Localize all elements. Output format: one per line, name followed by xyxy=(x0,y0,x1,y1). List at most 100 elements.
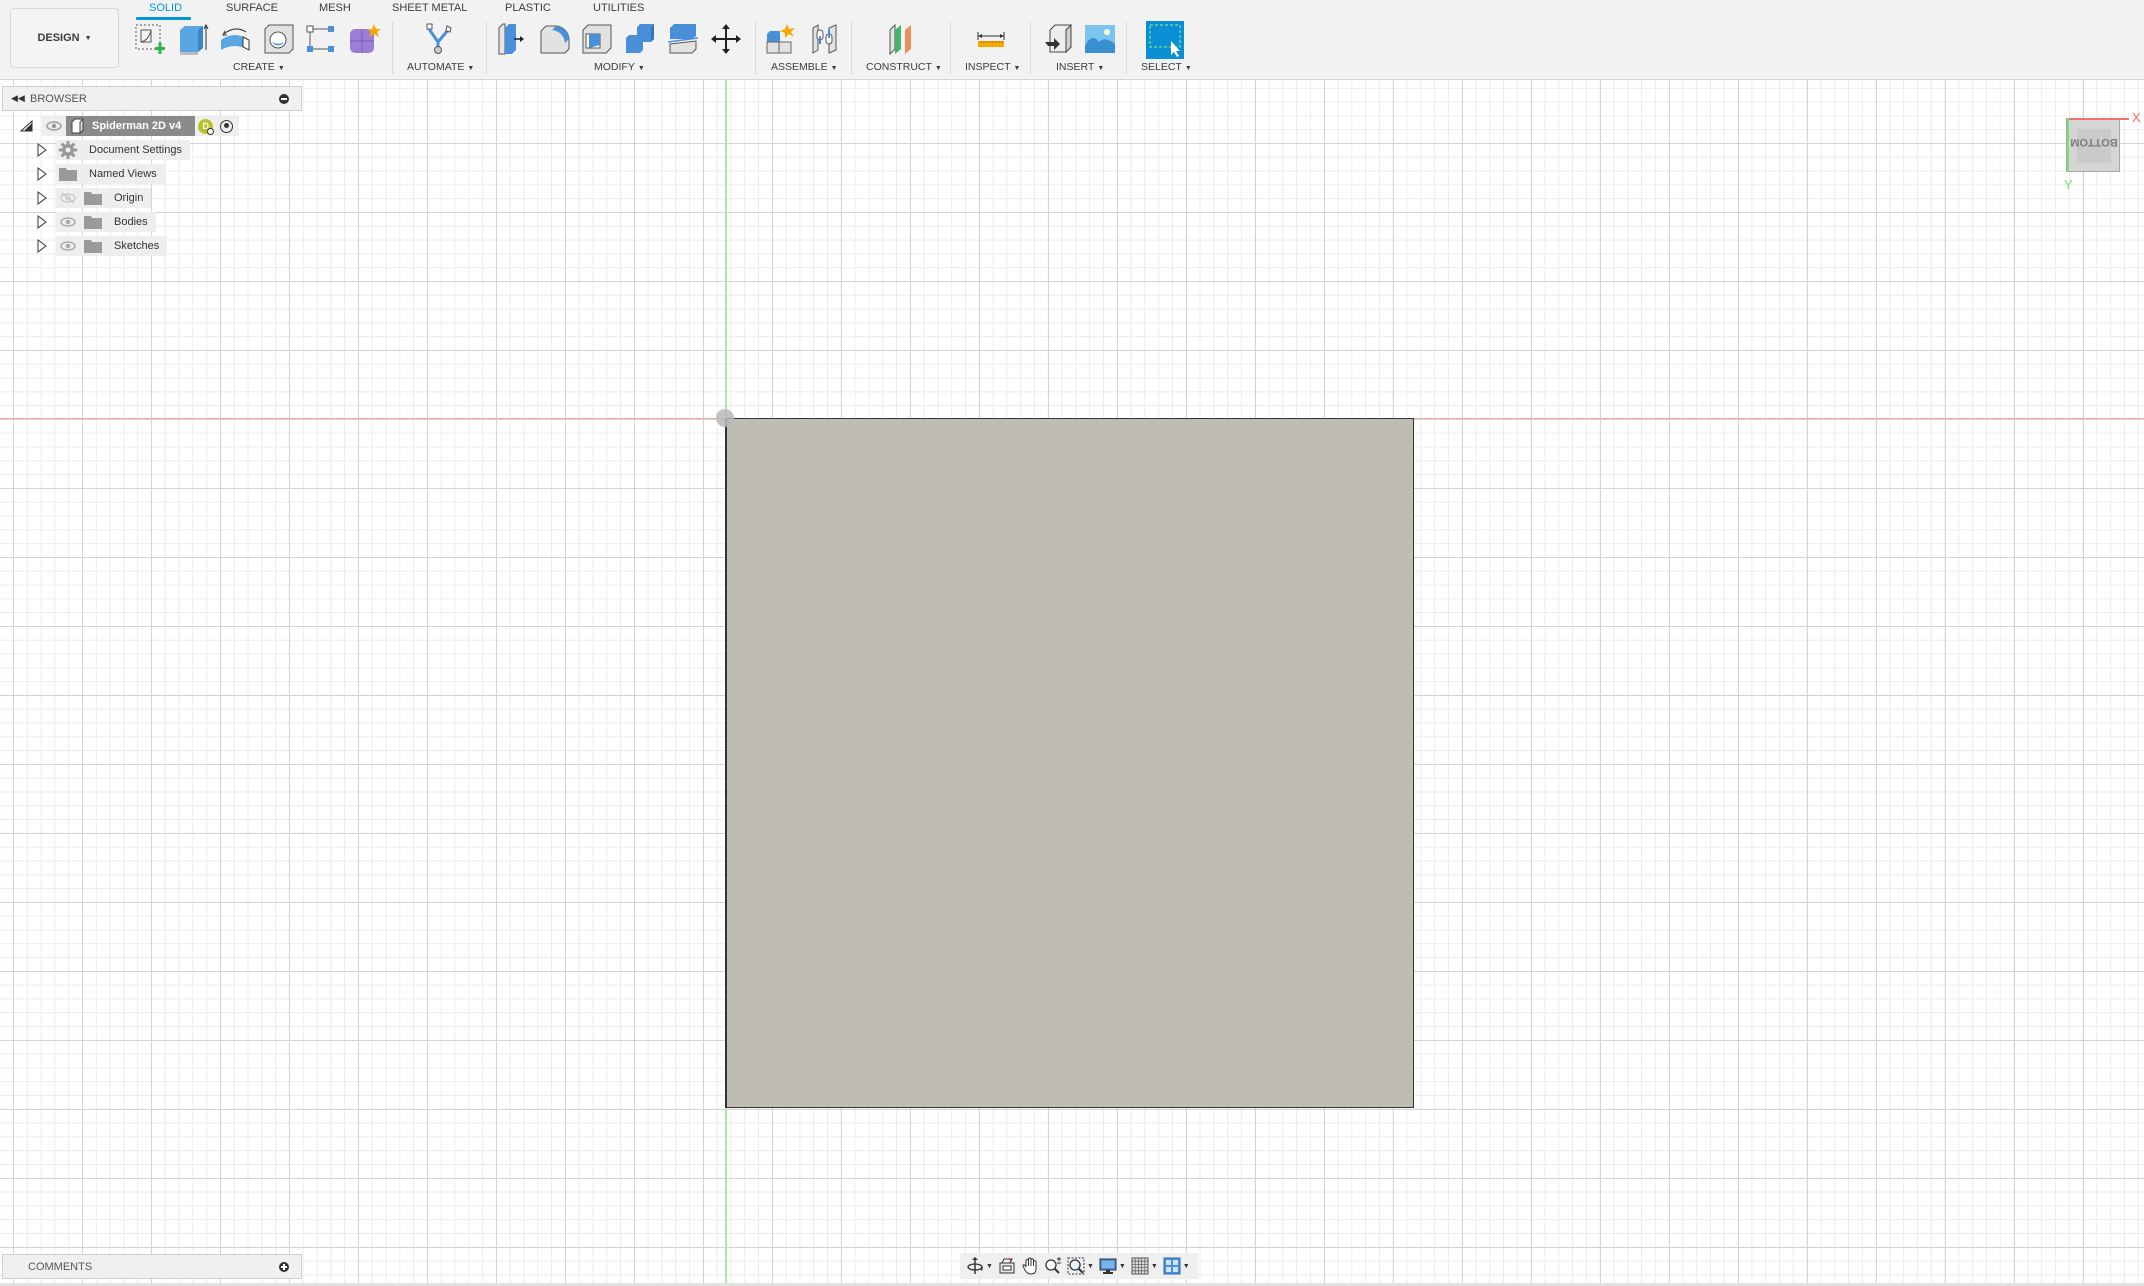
revolve-button[interactable] xyxy=(218,22,252,56)
fit-button[interactable]: ▼ xyxy=(1067,1255,1094,1277)
toolbar-divider xyxy=(755,22,756,74)
fillet-button[interactable] xyxy=(538,22,572,56)
expand-triangle-icon[interactable] xyxy=(36,215,48,229)
insert-canvas-button[interactable] xyxy=(1083,22,1117,56)
hole-button[interactable] xyxy=(262,22,296,56)
pan-button[interactable] xyxy=(1021,1255,1039,1277)
grid-icon xyxy=(1131,1257,1149,1275)
modify-menu[interactable]: MODIFY ▼ xyxy=(594,61,645,73)
browser-item-sketches[interactable]: Sketches xyxy=(36,236,168,256)
folder-icon xyxy=(59,168,77,181)
chevron-down-icon[interactable]: ▼ xyxy=(1183,1263,1190,1270)
orbit-button[interactable]: ▼ xyxy=(966,1255,993,1277)
toolbar: DESIGN ▼ SOLID SURFACE MESH SHEET METAL P… xyxy=(0,0,2144,80)
automate-menu[interactable]: AUTOMATE ▼ xyxy=(407,61,474,73)
move-icon xyxy=(711,24,741,54)
viewcube[interactable]: BOTTOM xyxy=(2066,118,2120,172)
collapse-panel-icon[interactable]: ◀◀ xyxy=(11,93,25,104)
tab-surface[interactable]: SURFACE xyxy=(226,2,278,14)
viewports-icon xyxy=(1163,1257,1181,1275)
create-menu[interactable]: CREATE ▼ xyxy=(233,61,285,73)
grid-snaps-button[interactable]: ▼ xyxy=(1131,1255,1158,1277)
tab-plastic[interactable]: PLASTIC xyxy=(505,2,551,14)
browser-item-origin[interactable]: Origin xyxy=(36,188,152,208)
workspace-switcher[interactable]: DESIGN ▼ xyxy=(10,8,119,68)
eye-icon[interactable] xyxy=(60,216,76,228)
move-copy-button[interactable] xyxy=(709,22,743,56)
inspect-menu[interactable]: INSPECT ▼ xyxy=(965,61,1020,73)
browser-item-document-settings[interactable]: Document Settings xyxy=(36,140,190,160)
split-body-button[interactable] xyxy=(666,22,700,56)
hole-icon xyxy=(264,24,294,54)
extrude-button[interactable] xyxy=(175,22,209,56)
add-comment-button[interactable] xyxy=(279,1262,289,1272)
expand-triangle-icon[interactable] xyxy=(36,191,48,205)
eye-icon[interactable] xyxy=(46,120,62,132)
new-component-button[interactable] xyxy=(765,22,799,56)
display-settings-button[interactable]: ▼ xyxy=(1099,1255,1126,1277)
look-at-button[interactable] xyxy=(998,1255,1016,1277)
select-menu[interactable]: SELECT ▼ xyxy=(1141,61,1192,73)
browser-title: BROWSER xyxy=(30,92,87,105)
press-pull-button[interactable] xyxy=(496,22,530,56)
user-badge: D xyxy=(198,118,215,135)
browser-minimize-button[interactable] xyxy=(279,94,289,104)
toolbar-divider xyxy=(950,22,951,74)
tree-item-label: Origin xyxy=(114,192,144,204)
assemble-menu[interactable]: ASSEMBLE ▼ xyxy=(771,61,838,73)
navigation-bar: ▼ ▼ ▼ ▼ ▼ xyxy=(960,1253,1198,1279)
expand-triangle-icon[interactable] xyxy=(36,167,48,181)
browser-item-bodies[interactable]: Bodies xyxy=(36,212,156,232)
eye-hidden-icon[interactable] xyxy=(60,192,76,204)
origin-point[interactable] xyxy=(716,409,734,427)
document-title[interactable]: Spiderman 2D v4 xyxy=(86,116,196,136)
viewports-button[interactable]: ▼ xyxy=(1163,1255,1190,1277)
pattern-button[interactable] xyxy=(304,22,338,56)
browser-item-named-views[interactable]: Named Views xyxy=(36,164,165,184)
viewcube-face-label: BOTTOM xyxy=(2070,136,2118,148)
construct-menu[interactable]: CONSTRUCT ▼ xyxy=(866,61,942,73)
toolbar-divider xyxy=(851,22,852,74)
insert-menu[interactable]: INSERT ▼ xyxy=(1056,61,1104,73)
tree-item-label: Document Settings xyxy=(89,144,182,156)
offset-plane-button[interactable] xyxy=(884,22,918,56)
joint-button[interactable] xyxy=(808,22,842,56)
expand-triangle-icon[interactable] xyxy=(36,239,48,253)
insert-derive-icon xyxy=(1045,23,1072,54)
tree-item-label: Sketches xyxy=(114,240,160,252)
measure-icon xyxy=(977,32,1005,47)
chevron-down-icon[interactable]: ▼ xyxy=(1151,1263,1158,1270)
tree-item-label: Bodies xyxy=(114,216,148,228)
sketch-body-square[interactable] xyxy=(725,418,1414,1108)
insert-derive-button[interactable] xyxy=(1042,22,1076,56)
browser-panel-header: ◀◀ BROWSER xyxy=(2,86,302,111)
collapse-triangle-icon[interactable] xyxy=(20,120,34,132)
tree-item-label: Named Views xyxy=(89,168,157,180)
rectangular-pattern-icon xyxy=(306,25,334,52)
chevron-down-icon[interactable]: ▼ xyxy=(1119,1263,1126,1270)
viewport-canvas[interactable] xyxy=(0,80,2144,1286)
select-button[interactable] xyxy=(1146,21,1184,59)
expand-triangle-icon[interactable] xyxy=(36,143,48,157)
create-sketch-button[interactable] xyxy=(133,22,167,56)
viewcube-x-axis xyxy=(2067,118,2129,120)
shell-button[interactable] xyxy=(580,22,614,56)
automate-button[interactable] xyxy=(422,22,456,56)
tab-utilities[interactable]: UTILITIES xyxy=(593,2,644,14)
browser-root-row[interactable]: Spiderman 2D v4 D xyxy=(20,116,240,136)
insert-image-icon xyxy=(1085,25,1115,53)
chevron-down-icon[interactable]: ▼ xyxy=(1087,1263,1094,1270)
folder-icon xyxy=(84,240,102,253)
create-form-button[interactable] xyxy=(347,22,381,56)
activate-radio-icon[interactable] xyxy=(220,119,234,133)
chevron-down-icon: ▼ xyxy=(84,34,92,42)
zoom-button[interactable] xyxy=(1044,1255,1062,1277)
chevron-down-icon[interactable]: ▼ xyxy=(986,1263,993,1270)
combine-button[interactable] xyxy=(623,22,657,56)
tab-solid[interactable]: SOLID xyxy=(149,2,182,14)
pan-hand-icon xyxy=(1022,1257,1037,1275)
tab-sheet-metal[interactable]: SHEET METAL xyxy=(392,2,467,14)
measure-button[interactable] xyxy=(974,22,1008,56)
eye-icon[interactable] xyxy=(60,240,76,252)
tab-mesh[interactable]: MESH xyxy=(319,2,351,14)
